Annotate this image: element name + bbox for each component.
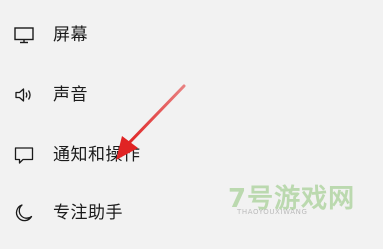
nav-item-notifications[interactable]: 通知和操作 [0, 133, 383, 177]
settings-nav-list: 屏幕 声音 通知和操作 专注助手 [0, 0, 383, 249]
monitor-icon [12, 23, 36, 47]
nav-item-focus-assist[interactable]: 专注助手 [0, 191, 383, 235]
notification-icon [12, 143, 36, 167]
speaker-icon [12, 83, 36, 107]
moon-icon [12, 201, 36, 225]
nav-item-label: 屏幕 [53, 25, 88, 45]
nav-item-label: 专注助手 [53, 203, 123, 223]
nav-item-display[interactable]: 屏幕 [0, 13, 383, 57]
nav-item-sound[interactable]: 声音 [0, 73, 383, 117]
nav-item-label: 通知和操作 [53, 145, 141, 165]
nav-item-label: 声音 [53, 85, 88, 105]
